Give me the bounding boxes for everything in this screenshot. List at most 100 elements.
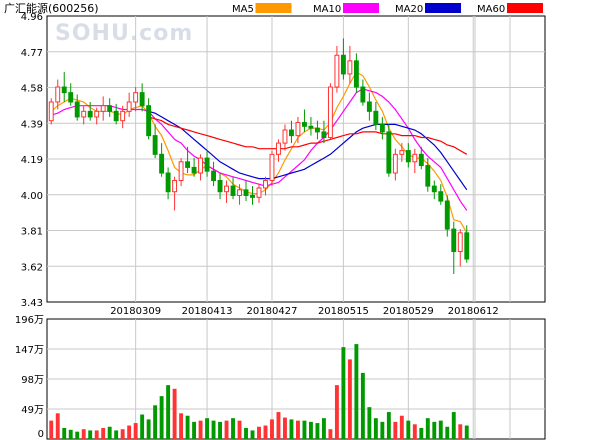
volume-bar [250, 430, 255, 439]
candle [282, 124, 288, 151]
volume-bar [360, 372, 365, 439]
price-tick-label: 3.81 [21, 227, 43, 238]
volume-bar [224, 420, 229, 439]
line-ma5 [50, 71, 468, 234]
candle [100, 96, 106, 121]
candle [250, 186, 255, 205]
candle-body [373, 110, 379, 125]
candle-body [204, 157, 210, 172]
candle-body [126, 101, 132, 112]
volume-bar [315, 423, 320, 439]
volume-bar [425, 418, 430, 439]
candle [431, 180, 437, 200]
price-tick-label: 3.43 [21, 298, 43, 309]
candle [87, 101, 93, 121]
volume-bar [380, 421, 385, 439]
date-tick-label: 20180515 [318, 306, 369, 317]
volume-bar [62, 427, 67, 439]
volume-bar [308, 421, 313, 439]
candle [405, 143, 411, 168]
candle-body [224, 185, 229, 193]
candle-body [185, 161, 191, 168]
date-tick-label: 20180529 [383, 306, 434, 317]
volume-bar [399, 415, 404, 439]
price-tick-label: 4.58 [21, 84, 43, 95]
volume-bar [159, 396, 164, 439]
candle-body [366, 101, 372, 112]
candle-body [314, 127, 320, 133]
candle [126, 92, 132, 117]
candle-body [217, 179, 223, 193]
legend-swatch-ma20 [425, 3, 461, 13]
candle [392, 148, 398, 181]
moving-average-lines [50, 71, 468, 234]
volume-bar [458, 424, 463, 439]
volume-bar [49, 420, 54, 439]
candle [185, 146, 191, 174]
candle [256, 184, 262, 203]
candle-body [321, 131, 327, 139]
volume-bar [367, 407, 372, 439]
candle-body [230, 185, 236, 196]
volume-bar [302, 420, 307, 439]
watermark: SOHU.com [55, 21, 193, 46]
candle [152, 124, 158, 159]
volume-bar [120, 429, 125, 439]
volume-bar [296, 420, 300, 439]
volume-bar [192, 421, 197, 439]
volume-bar [179, 413, 184, 439]
volume-bar [373, 418, 378, 439]
candle-body [81, 110, 87, 118]
candle-body [457, 232, 463, 253]
legend-swatch-ma10 [343, 3, 379, 13]
date-tick-label: 20180413 [182, 306, 233, 317]
volume-bar [419, 427, 424, 439]
candle-body [152, 135, 158, 155]
candle-body [87, 110, 93, 118]
candle-body [198, 157, 204, 174]
volume-bar [386, 412, 391, 439]
volume-bar [257, 426, 261, 439]
volume-bar [464, 425, 469, 439]
line-ma60 [148, 116, 468, 155]
candle-body [438, 191, 444, 202]
candle-body [347, 60, 353, 75]
candle-body [282, 129, 288, 144]
price-tick-label: 4.00 [21, 191, 43, 202]
candle [48, 98, 54, 125]
candle-body [133, 92, 139, 103]
candle [301, 109, 307, 132]
volume-tick-label: 98万 [21, 375, 44, 386]
candle-body [464, 232, 470, 260]
candle-body [237, 189, 242, 196]
volume-bar [445, 426, 450, 439]
candle-body [412, 153, 418, 163]
candle [334, 45, 340, 93]
candle [198, 154, 204, 181]
candle-body [360, 86, 366, 103]
legend-label-ma60: MA60 [477, 4, 505, 15]
volume-bar [393, 421, 398, 439]
volume-bar [334, 385, 339, 439]
volume-bar [270, 419, 274, 439]
candle [438, 184, 444, 205]
candle-body [165, 172, 171, 193]
date-tick-label: 20180427 [247, 306, 298, 317]
candle [146, 98, 152, 140]
volume-bar [127, 425, 132, 439]
candle-body [146, 105, 152, 137]
price-grid [47, 16, 545, 439]
volume-bar [140, 414, 145, 439]
candle [74, 94, 80, 121]
volume-grid [47, 348, 545, 410]
volume-bar [438, 420, 443, 439]
candle [289, 120, 294, 144]
candle-body [263, 179, 268, 189]
candle-body [94, 110, 100, 118]
volume-bar [88, 430, 93, 439]
candle-body [120, 110, 126, 122]
candle-body [392, 153, 398, 174]
volume-tick-label: 0 [38, 429, 44, 440]
candle [276, 139, 281, 162]
candle [327, 83, 333, 140]
